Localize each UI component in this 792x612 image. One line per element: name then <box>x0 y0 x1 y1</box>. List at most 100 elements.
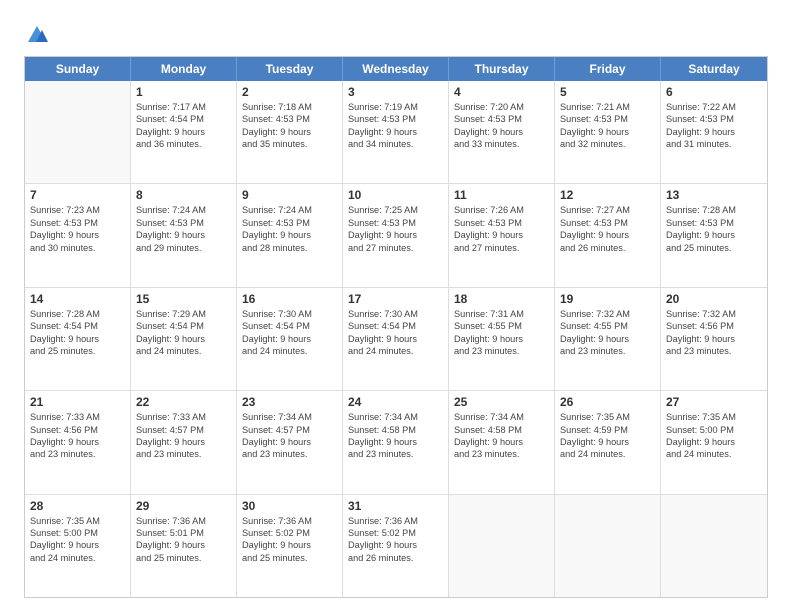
cell-line: Daylight: 9 hours <box>560 126 655 138</box>
cell-line: Daylight: 9 hours <box>136 333 231 345</box>
cell-line: Sunset: 4:53 PM <box>560 113 655 125</box>
cell-line: Daylight: 9 hours <box>30 539 125 551</box>
cell-line: Sunset: 4:53 PM <box>30 217 125 229</box>
day-number: 16 <box>242 292 337 306</box>
day-number: 31 <box>348 499 443 513</box>
calendar-row-4: 28Sunrise: 7:35 AMSunset: 5:00 PMDayligh… <box>25 494 767 597</box>
day-number: 19 <box>560 292 655 306</box>
day-number: 6 <box>666 85 762 99</box>
cell-line: Sunrise: 7:30 AM <box>348 308 443 320</box>
day-number: 27 <box>666 395 762 409</box>
calendar-cell-r3c2: 23Sunrise: 7:34 AMSunset: 4:57 PMDayligh… <box>237 391 343 493</box>
cell-line: Sunrise: 7:28 AM <box>30 308 125 320</box>
calendar-row-3: 21Sunrise: 7:33 AMSunset: 4:56 PMDayligh… <box>25 390 767 493</box>
calendar-cell-r0c6: 6 Sunrise: 7:22 AMSunset: 4:53 PMDaylight… <box>661 81 767 183</box>
calendar-cell-r1c2: 9Sunrise: 7:24 AMSunset: 4:53 PMDaylight… <box>237 184 343 286</box>
cell-line: Sunrise: 7:24 AM <box>242 204 337 216</box>
cell-line: Daylight: 9 hours <box>454 333 549 345</box>
header-day-thursday: Thursday <box>449 57 555 81</box>
cell-line: Daylight: 9 hours <box>242 333 337 345</box>
cell-line: and 25 minutes. <box>30 345 125 357</box>
cell-line: Sunset: 4:59 PM <box>560 424 655 436</box>
calendar-cell-r0c5: 5Sunrise: 7:21 AMSunset: 4:53 PMDaylight… <box>555 81 661 183</box>
calendar-cell-r3c0: 21Sunrise: 7:33 AMSunset: 4:56 PMDayligh… <box>25 391 131 493</box>
cell-line: Sunrise: 7:35 AM <box>666 411 762 423</box>
calendar-cell-r0c3: 3Sunrise: 7:19 AMSunset: 4:53 PMDaylight… <box>343 81 449 183</box>
cell-line: Sunrise: 7:23 AM <box>30 204 125 216</box>
cell-line: Sunset: 4:58 PM <box>454 424 549 436</box>
logo-icon <box>26 24 48 46</box>
cell-line: Daylight: 9 hours <box>560 333 655 345</box>
cell-line: Sunrise: 7:32 AM <box>666 308 762 320</box>
calendar-cell-r0c1: 1Sunrise: 7:17 AMSunset: 4:54 PMDaylight… <box>131 81 237 183</box>
cell-line: Sunset: 4:53 PM <box>348 113 443 125</box>
cell-line: Sunrise: 7:35 AM <box>30 515 125 527</box>
calendar-cell-r1c0: 7Sunrise: 7:23 AMSunset: 4:53 PMDaylight… <box>25 184 131 286</box>
cell-line: Daylight: 9 hours <box>454 229 549 241</box>
cell-line: Sunrise: 7:36 AM <box>348 515 443 527</box>
calendar-header: SundayMondayTuesdayWednesdayThursdayFrid… <box>25 57 767 81</box>
cell-line: Sunrise: 7:24 AM <box>136 204 231 216</box>
day-number: 17 <box>348 292 443 306</box>
cell-line: Daylight: 9 hours <box>242 126 337 138</box>
cell-line: and 24 minutes. <box>560 448 655 460</box>
cell-line: Daylight: 9 hours <box>136 436 231 448</box>
cell-line: Sunrise: 7:25 AM <box>348 204 443 216</box>
cell-line: Sunrise: 7:33 AM <box>136 411 231 423</box>
day-number: 4 <box>454 85 549 99</box>
calendar-cell-r2c3: 17Sunrise: 7:30 AMSunset: 4:54 PMDayligh… <box>343 288 449 390</box>
cell-line: Daylight: 9 hours <box>348 539 443 551</box>
calendar-cell-r1c1: 8Sunrise: 7:24 AMSunset: 4:53 PMDaylight… <box>131 184 237 286</box>
header-day-saturday: Saturday <box>661 57 767 81</box>
header-day-tuesday: Tuesday <box>237 57 343 81</box>
cell-line: Sunrise: 7:27 AM <box>560 204 655 216</box>
day-number: 24 <box>348 395 443 409</box>
cell-line: Sunrise: 7:33 AM <box>30 411 125 423</box>
day-number: 10 <box>348 188 443 202</box>
cell-line: and 23 minutes. <box>348 448 443 460</box>
calendar-cell-r4c1: 29Sunrise: 7:36 AMSunset: 5:01 PMDayligh… <box>131 495 237 597</box>
day-number: 30 <box>242 499 337 513</box>
cell-line: Sunset: 4:54 PM <box>242 320 337 332</box>
cell-line: Sunset: 4:57 PM <box>242 424 337 436</box>
day-number: 26 <box>560 395 655 409</box>
header-day-wednesday: Wednesday <box>343 57 449 81</box>
cell-line: Sunrise: 7:34 AM <box>348 411 443 423</box>
day-number: 28 <box>30 499 125 513</box>
cell-line: Sunrise: 7:29 AM <box>136 308 231 320</box>
cell-line: Sunrise: 7:35 AM <box>560 411 655 423</box>
cell-line: and 36 minutes. <box>136 138 231 150</box>
cell-line: Daylight: 9 hours <box>666 126 762 138</box>
cell-line: Sunrise: 7:34 AM <box>242 411 337 423</box>
cell-line: Sunset: 4:55 PM <box>454 320 549 332</box>
calendar-cell-r3c6: 27Sunrise: 7:35 AMSunset: 5:00 PMDayligh… <box>661 391 767 493</box>
day-number: 15 <box>136 292 231 306</box>
cell-line: and 26 minutes. <box>560 242 655 254</box>
cell-line: Daylight: 9 hours <box>30 229 125 241</box>
calendar-cell-r2c5: 19Sunrise: 7:32 AMSunset: 4:55 PMDayligh… <box>555 288 661 390</box>
cell-line: Sunrise: 7:20 AM <box>454 101 549 113</box>
calendar-cell-r1c3: 10Sunrise: 7:25 AMSunset: 4:53 PMDayligh… <box>343 184 449 286</box>
cell-line: Daylight: 9 hours <box>136 126 231 138</box>
calendar-cell-r4c6 <box>661 495 767 597</box>
cell-line: Sunset: 4:53 PM <box>666 113 762 125</box>
cell-line: Daylight: 9 hours <box>242 539 337 551</box>
cell-line: and 33 minutes. <box>454 138 549 150</box>
cell-line: and 23 minutes. <box>30 448 125 460</box>
cell-line: Sunset: 4:56 PM <box>30 424 125 436</box>
cell-line: Daylight: 9 hours <box>560 229 655 241</box>
calendar-cell-r4c3: 31Sunrise: 7:36 AMSunset: 5:02 PMDayligh… <box>343 495 449 597</box>
cell-line: Sunrise: 7:21 AM <box>560 101 655 113</box>
calendar: SundayMondayTuesdayWednesdayThursdayFrid… <box>24 56 768 598</box>
cell-line: Sunset: 4:58 PM <box>348 424 443 436</box>
cell-line: Sunrise: 7:36 AM <box>242 515 337 527</box>
cell-line: Sunrise: 7:22 AM <box>666 101 762 113</box>
cell-line: Daylight: 9 hours <box>136 229 231 241</box>
day-number: 23 <box>242 395 337 409</box>
cell-line: Daylight: 9 hours <box>30 436 125 448</box>
calendar-cell-r0c2: 2Sunrise: 7:18 AMSunset: 4:53 PMDaylight… <box>237 81 343 183</box>
cell-line: Daylight: 9 hours <box>30 333 125 345</box>
cell-line: and 30 minutes. <box>30 242 125 254</box>
calendar-cell-r4c0: 28Sunrise: 7:35 AMSunset: 5:00 PMDayligh… <box>25 495 131 597</box>
day-number: 11 <box>454 188 549 202</box>
